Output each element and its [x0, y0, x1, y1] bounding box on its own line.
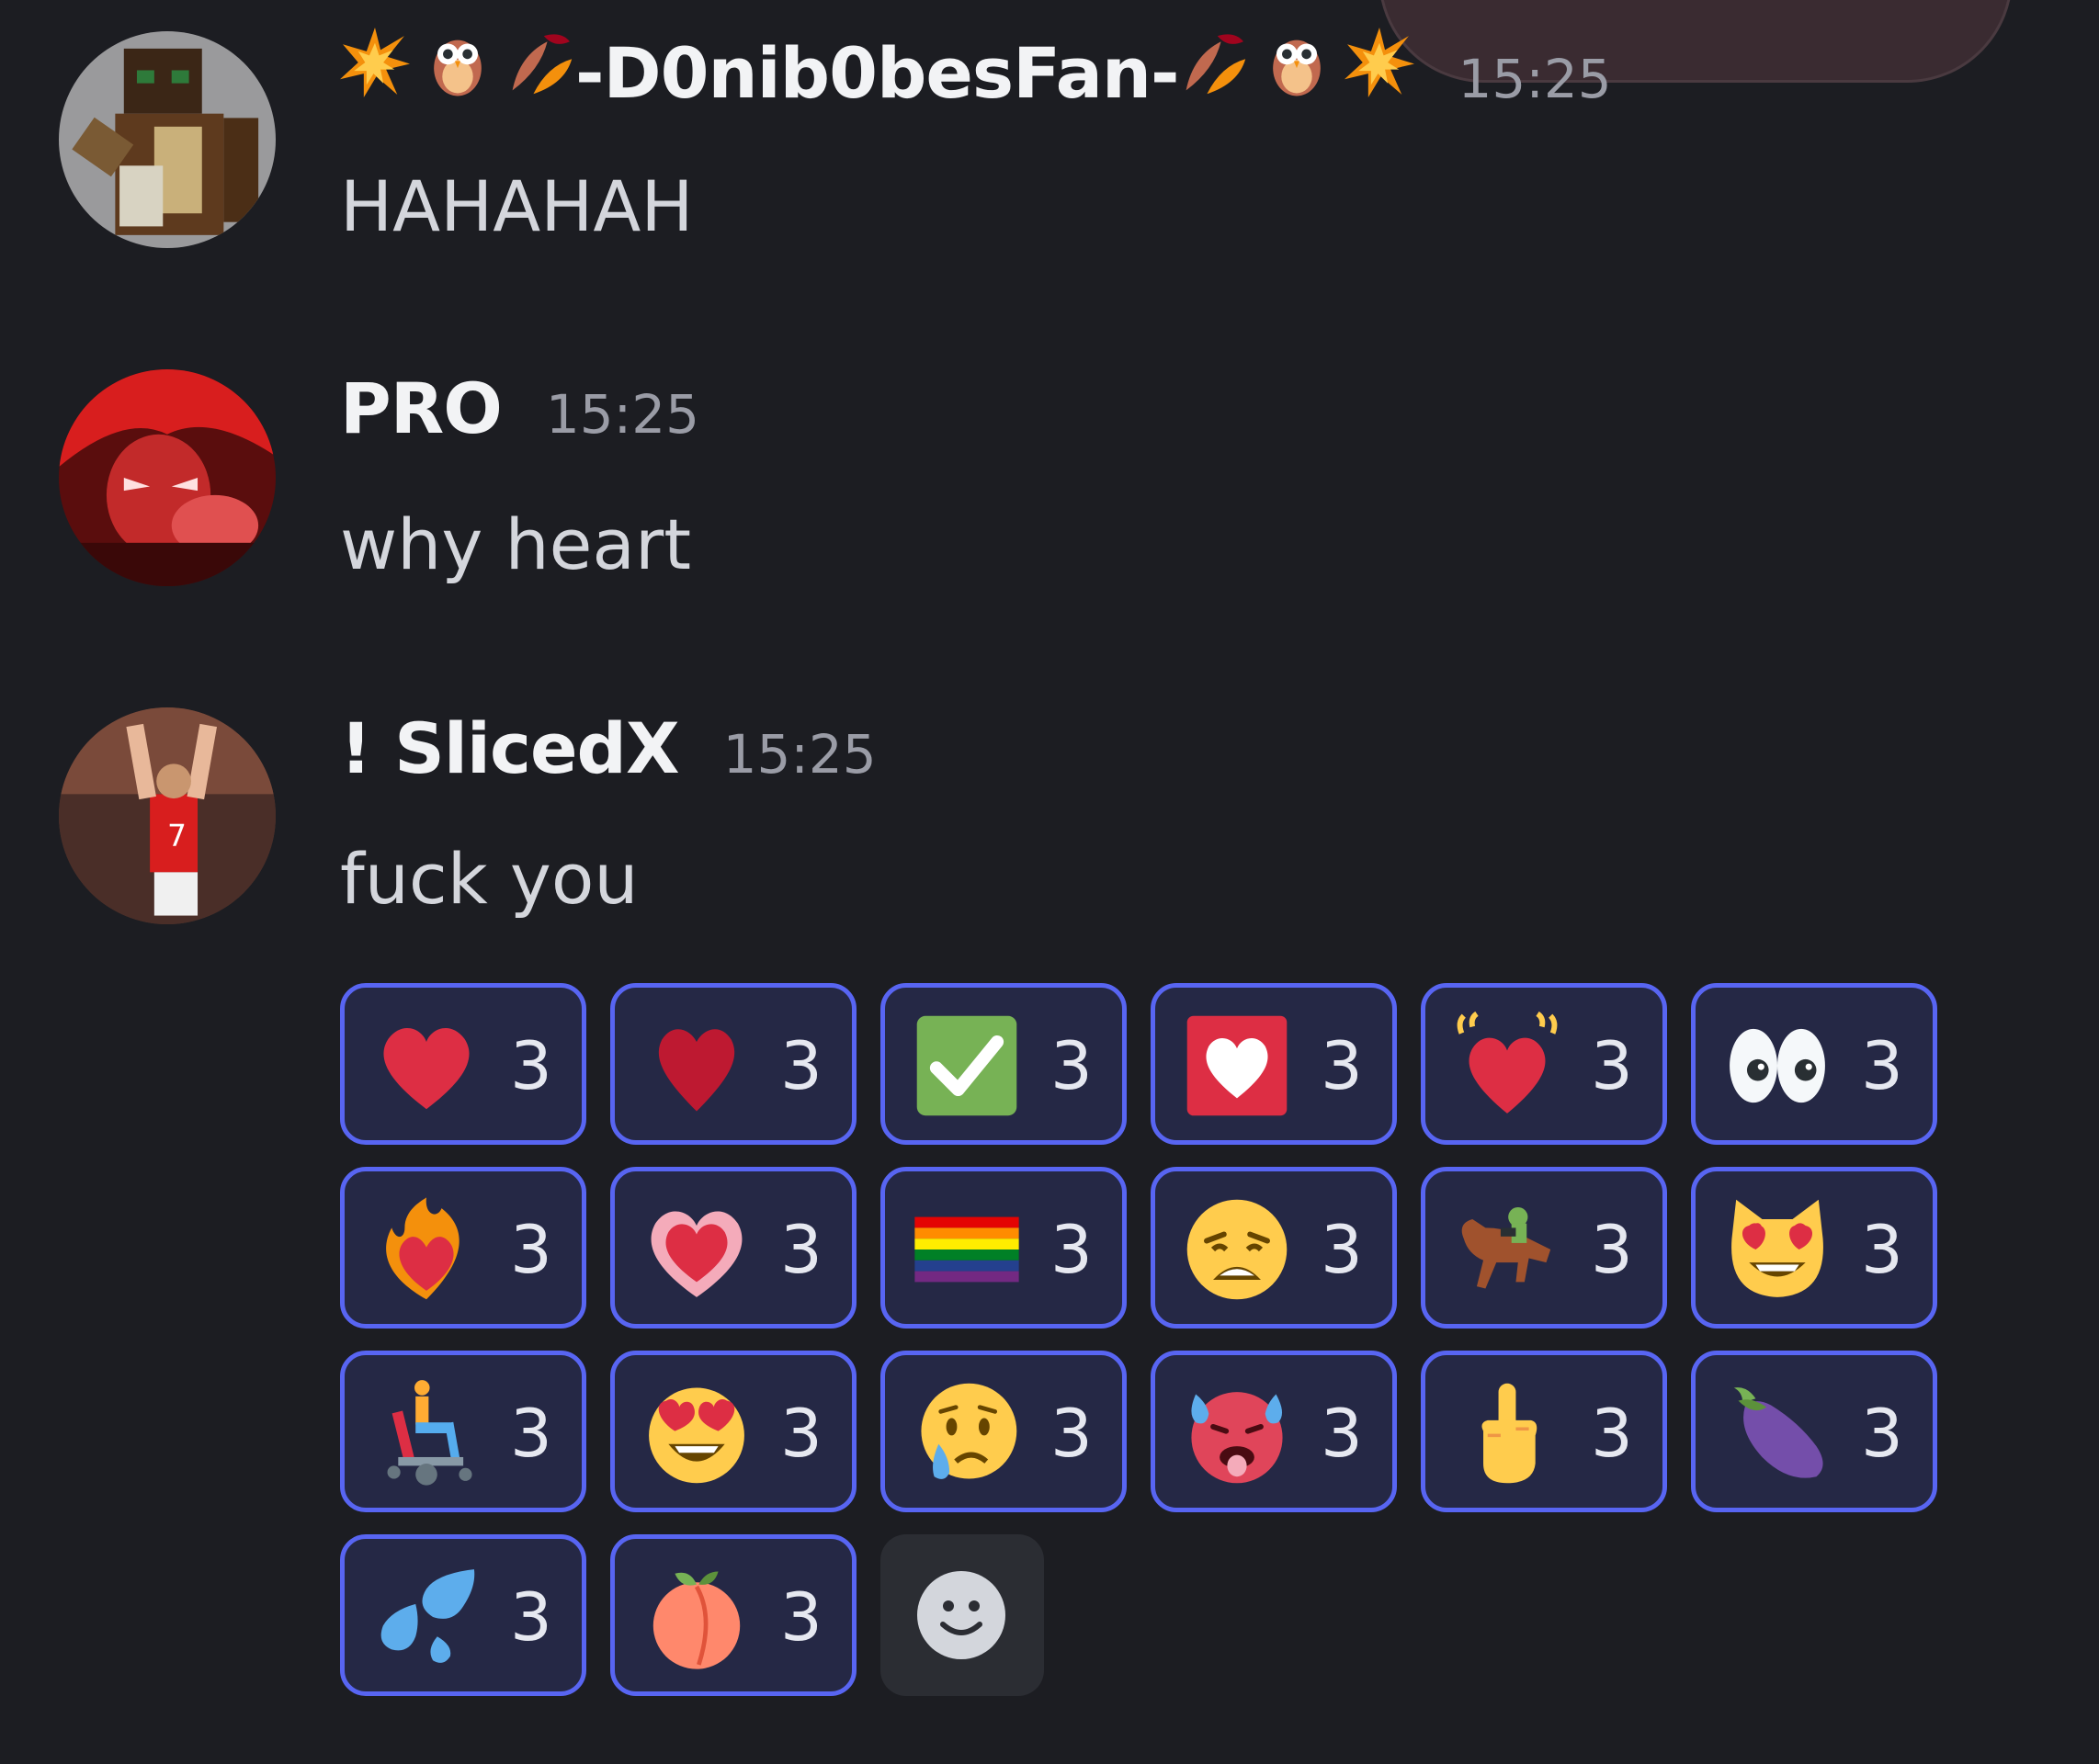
- timestamp: 15:25: [545, 383, 699, 446]
- hot-face-icon: [1183, 1379, 1291, 1487]
- red-heart-icon: [372, 1012, 481, 1120]
- username[interactable]: PRO: [340, 368, 503, 449]
- heart-suit-box-icon: [1183, 1012, 1291, 1120]
- reaction-count: 3: [510, 1578, 552, 1656]
- owl-icon: [423, 28, 493, 97]
- reaction-dark-red-heart[interactable]: 3: [610, 983, 857, 1145]
- rainbow-flag-icon: [913, 1195, 1021, 1304]
- heart-on-fire-icon: [372, 1195, 481, 1304]
- peach-icon: [642, 1563, 751, 1671]
- reaction-count: 3: [1591, 1211, 1633, 1288]
- owl-icon: [1262, 28, 1332, 97]
- reaction-count: 3: [1591, 1395, 1633, 1472]
- chat-screen: -D0nib0besFan- 15:25 HAHAHAH PRO 15:25 w…: [0, 0, 2099, 1764]
- message-content: fuck you: [340, 838, 639, 920]
- reaction-eggplant[interactable]: 3: [1691, 1351, 1937, 1512]
- eyes-icon: [1723, 1012, 1832, 1120]
- reaction-heart-eyes-face[interactable]: 3: [610, 1351, 857, 1512]
- reaction-beating-heart[interactable]: 3: [1421, 983, 1667, 1145]
- reaction-count: 3: [1861, 1395, 1903, 1472]
- motorized-wheelchair-icon: [372, 1379, 481, 1487]
- fallen-leaves-icon: [1179, 28, 1249, 97]
- add-reaction-smiley-icon: [917, 1571, 1005, 1659]
- collision-icon: [1344, 28, 1414, 97]
- reaction-heart-on-fire[interactable]: 3: [340, 1167, 586, 1329]
- reaction-crying-face[interactable]: 3: [880, 1351, 1127, 1512]
- reaction-check-mark[interactable]: 3: [880, 983, 1127, 1145]
- collision-icon: [340, 28, 410, 97]
- message-content: why heart: [340, 503, 692, 585]
- reaction-horse-racing[interactable]: 3: [1421, 1167, 1667, 1329]
- reaction-count: 3: [1321, 1395, 1363, 1472]
- reaction-count: 3: [510, 1395, 552, 1472]
- reaction-count: 3: [1861, 1211, 1903, 1288]
- reaction-growing-heart[interactable]: 3: [610, 1167, 857, 1329]
- growing-heart-icon: [642, 1195, 751, 1304]
- reaction-motorized-wheelchair[interactable]: 3: [340, 1351, 586, 1512]
- reaction-count: 3: [1321, 1027, 1363, 1104]
- reaction-count: 3: [1050, 1211, 1093, 1288]
- middle-finger-icon: [1453, 1379, 1561, 1487]
- heart-eyes-cat-icon: [1723, 1195, 1832, 1304]
- message-content: HAHAHAH: [340, 165, 694, 247]
- reaction-count: 3: [510, 1027, 552, 1104]
- username[interactable]: -D0nib0besFan-: [575, 32, 1180, 114]
- reaction-count: 3: [1050, 1027, 1093, 1104]
- reaction-red-heart[interactable]: 3: [340, 983, 586, 1145]
- add-reaction-button[interactable]: [880, 1534, 1044, 1696]
- reaction-count: 3: [1591, 1027, 1633, 1104]
- horse-racing-icon: [1453, 1195, 1561, 1304]
- reaction-peach[interactable]: 3: [610, 1534, 857, 1696]
- avatar[interactable]: 7: [59, 707, 276, 924]
- reaction-count: 3: [510, 1211, 552, 1288]
- reaction-count: 3: [1050, 1395, 1093, 1472]
- sweat-droplets-icon: [372, 1563, 481, 1671]
- fallen-leaves-icon: [505, 28, 575, 97]
- reaction-heart-eyes-cat[interactable]: 3: [1691, 1167, 1937, 1329]
- svg-text:7: 7: [167, 818, 187, 854]
- reaction-count: 3: [1861, 1027, 1903, 1104]
- reaction-eyes[interactable]: 3: [1691, 983, 1937, 1145]
- timestamp: 15:25: [722, 723, 877, 786]
- reaction-sweat-droplets[interactable]: 3: [340, 1534, 586, 1696]
- reaction-count: 3: [780, 1578, 823, 1656]
- eggplant-icon: [1723, 1379, 1832, 1487]
- reaction-count: 3: [780, 1211, 823, 1288]
- timestamp: 15:25: [1458, 48, 1612, 110]
- weary-face-icon: [1183, 1195, 1291, 1304]
- beating-heart-icon: [1453, 1012, 1561, 1120]
- heart-eyes-face-icon: [642, 1379, 751, 1487]
- reaction-middle-finger[interactable]: 3: [1421, 1351, 1667, 1512]
- reaction-weary-face[interactable]: 3: [1151, 1167, 1397, 1329]
- reaction-hot-face[interactable]: 3: [1151, 1351, 1397, 1512]
- dark-red-heart-icon: [642, 1012, 751, 1120]
- avatar[interactable]: [59, 31, 276, 248]
- reaction-count: 3: [1321, 1211, 1363, 1288]
- crying-face-icon: [913, 1379, 1021, 1487]
- check-mark-button-icon: [913, 1012, 1021, 1120]
- reaction-heart-suit[interactable]: 3: [1151, 983, 1397, 1145]
- username[interactable]: ! SlicedX: [340, 707, 680, 789]
- reaction-rainbow-flag[interactable]: 3: [880, 1167, 1127, 1329]
- avatar[interactable]: [59, 369, 276, 586]
- reaction-count: 3: [780, 1395, 823, 1472]
- reaction-count: 3: [780, 1027, 823, 1104]
